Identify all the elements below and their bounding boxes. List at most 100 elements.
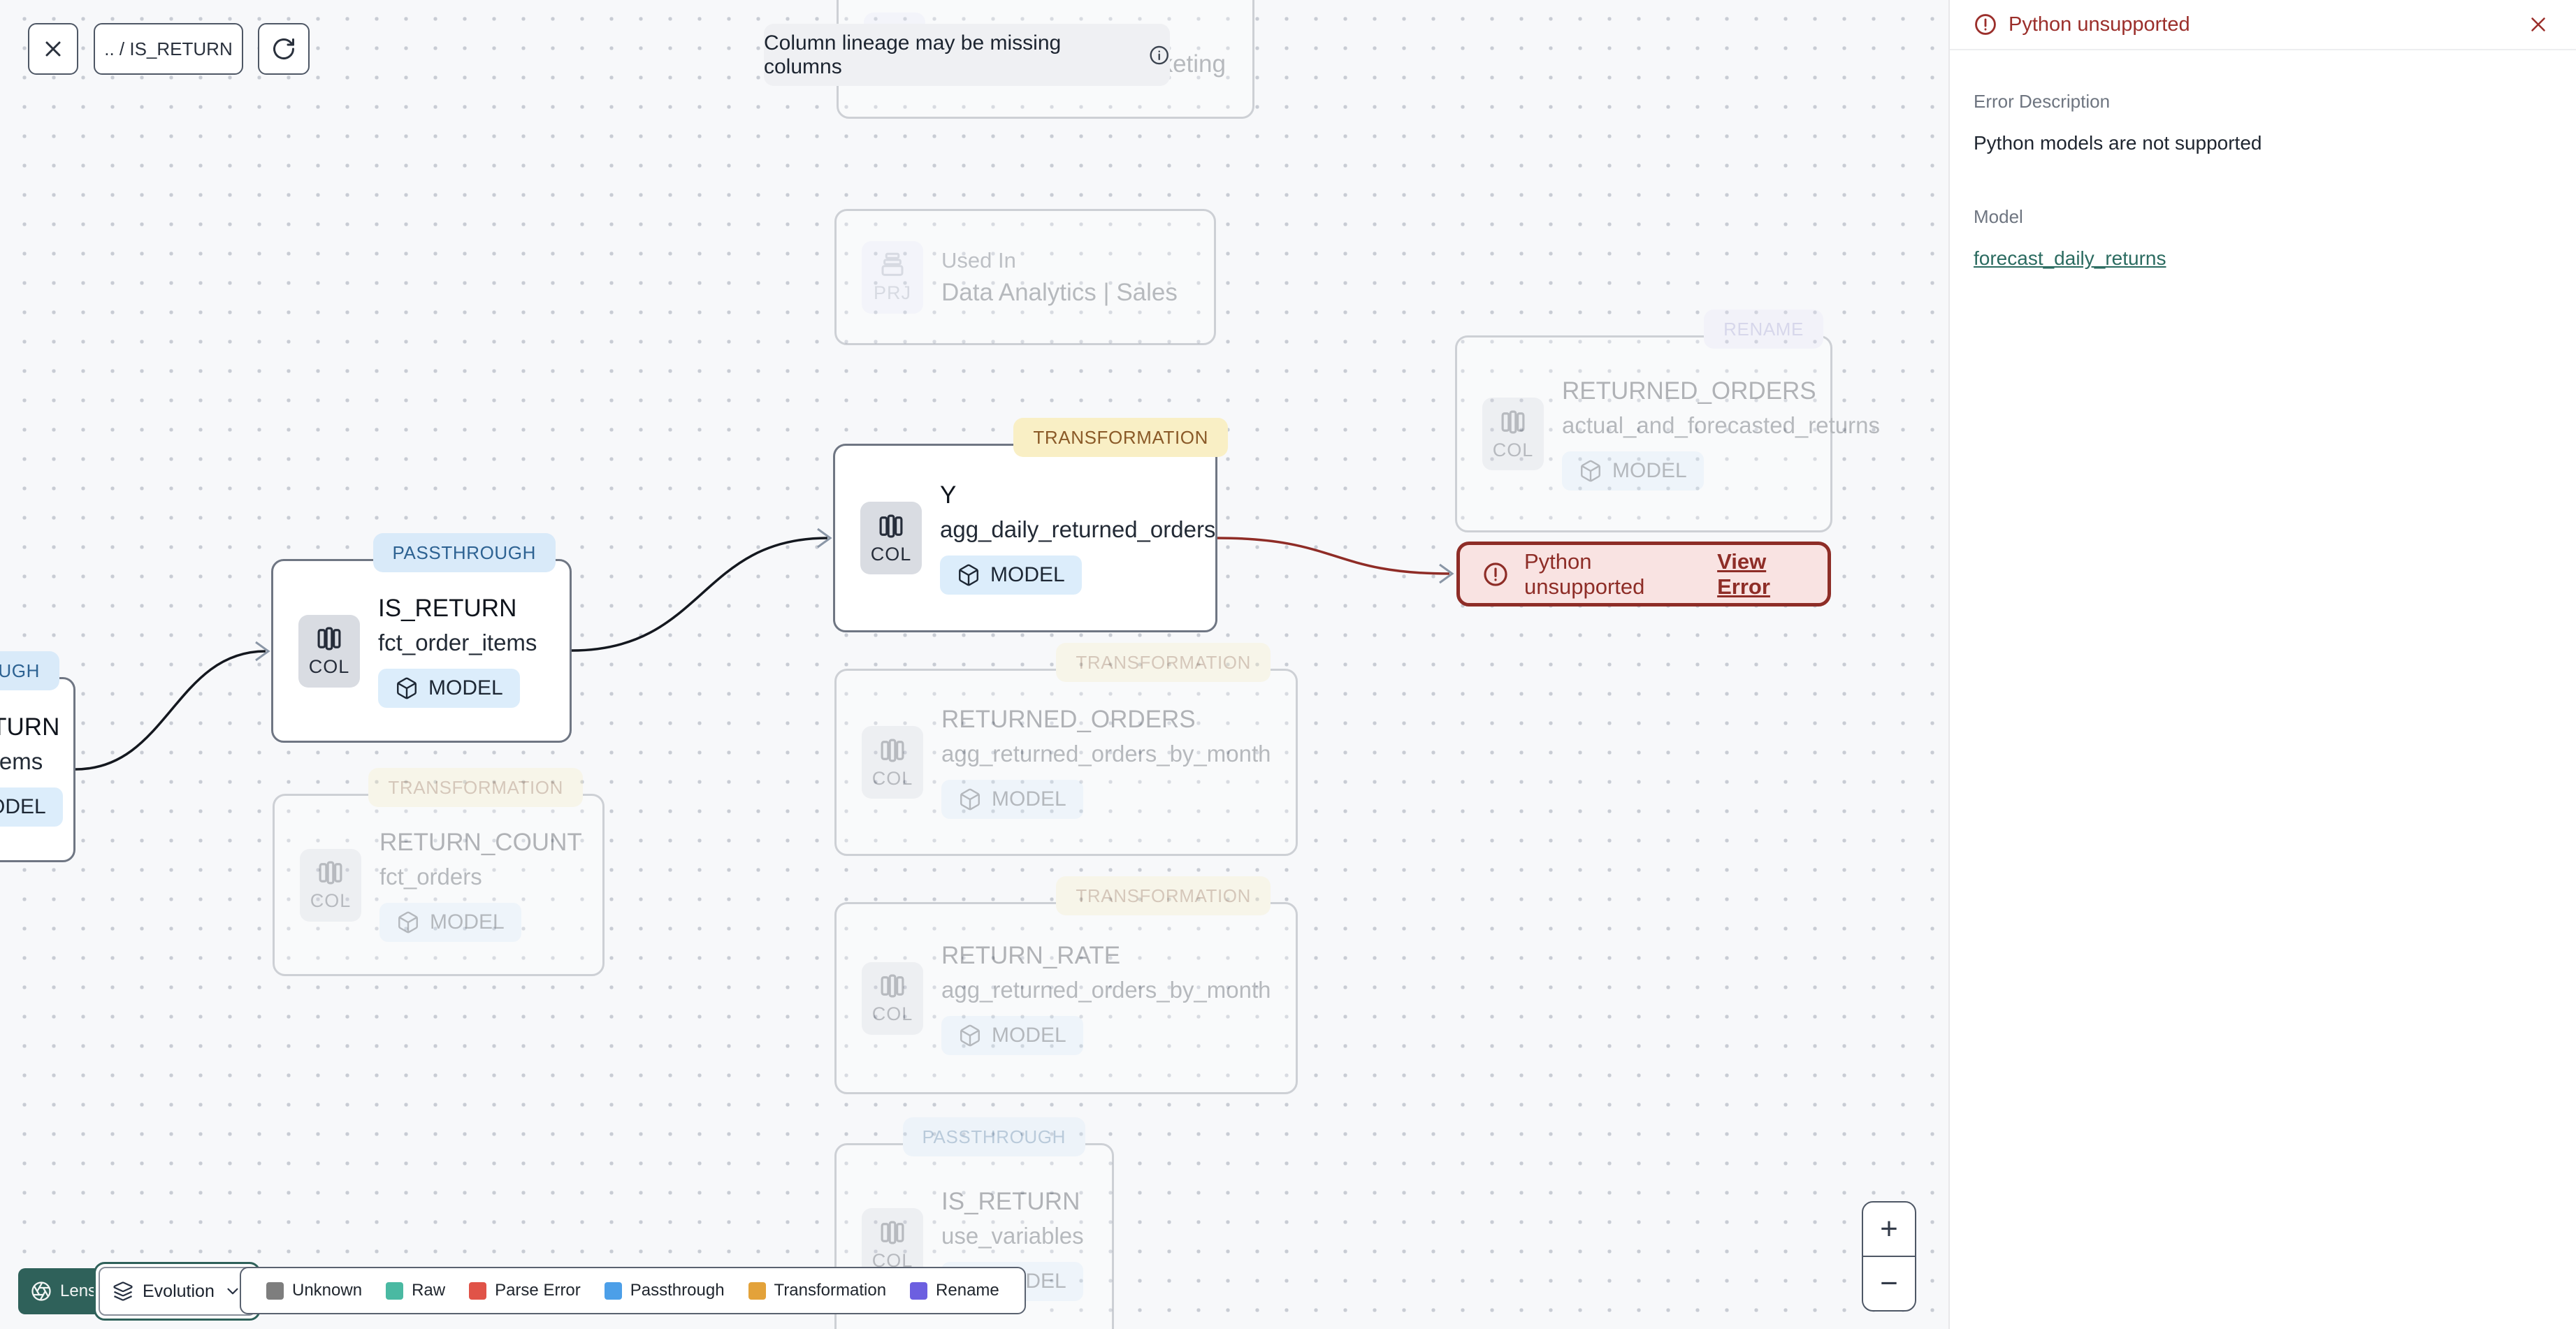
column-icon: COL xyxy=(1482,398,1544,470)
node-title: RETURNED_ORDERS xyxy=(1562,377,1816,405)
panel-close-button[interactable] xyxy=(2524,10,2552,38)
refresh-icon xyxy=(273,38,294,60)
breadcrumb-label: .. / IS_RETURN xyxy=(104,38,233,59)
model-label: Model xyxy=(1974,206,2023,227)
layers-icon xyxy=(113,1281,133,1301)
chevron-down-icon xyxy=(227,1288,238,1295)
view-error-link[interactable]: View Error xyxy=(1717,549,1805,600)
node-title: IS_RETURN xyxy=(378,594,517,622)
lineage-node-used-in-sales[interactable]: PRJ Used In Data Analytics | Sales xyxy=(834,209,1216,345)
column-icon: COL xyxy=(860,502,922,574)
badge-passthrough: PASSTHROUGH xyxy=(0,651,59,690)
error-panel-title: Python unsupported xyxy=(2009,13,2190,36)
column-icon: COL xyxy=(298,614,360,688)
node-subtitle: use_variables xyxy=(941,1223,1084,1249)
col-label: COL xyxy=(871,767,913,789)
model-chip: MODEL xyxy=(941,780,1083,819)
close-icon xyxy=(45,41,61,57)
col-label: COL xyxy=(310,890,352,911)
app-window: PRJ Used In Data Analytics | Marketing P… xyxy=(0,0,2576,1329)
legend-swatch-raw xyxy=(386,1281,404,1300)
model-chip: MODEL xyxy=(0,787,63,827)
legend-swatch-unknown xyxy=(266,1281,284,1300)
legend-swatch-passthrough xyxy=(604,1281,622,1300)
legend-swatch-parse-error xyxy=(469,1281,487,1300)
model-label: MODEL xyxy=(430,910,505,934)
model-label: MODEL xyxy=(0,794,46,818)
node-subtitle: Data Analytics | Sales xyxy=(941,278,1178,306)
error-description-label: Error Description xyxy=(1974,91,2111,112)
model-label: MODEL xyxy=(992,1023,1066,1047)
zoom-in-button[interactable]: + xyxy=(1863,1203,1915,1257)
node-subtitle: agg_daily_returned_orders xyxy=(940,516,1216,542)
alert-circle-icon xyxy=(1975,14,1996,35)
breadcrumb[interactable]: .. / IS_RETURN xyxy=(94,23,243,75)
column-icon: COL xyxy=(300,848,361,922)
zoom-out-button[interactable]: − xyxy=(1863,1257,1915,1310)
lineage-node-actual-and-forecasted-returns[interactable]: RENAME COL RETURNED_ORDERS actual_and_fo… xyxy=(1455,310,1880,532)
badge-passthrough: PASSTHROUGH xyxy=(902,1117,1085,1156)
node-subtitle: fct_order_items xyxy=(378,629,537,655)
badge-transformation: TRANSFORMATION xyxy=(1056,643,1271,682)
badge-transformation: TRANSFORMATION xyxy=(368,768,583,807)
column-icon: COL xyxy=(862,961,923,1035)
edge-fct-to-agg xyxy=(571,537,828,652)
lineage-warning-banner: Column lineage may be missing columns xyxy=(764,24,1170,86)
error-chip-python-unsupported[interactable]: Python unsupported View Error xyxy=(1456,542,1831,607)
edge-upstream-to-fct xyxy=(75,650,266,771)
alert-circle-icon xyxy=(1484,562,1507,586)
lineage-node-return-rate[interactable]: TRANSFORMATION COL RETURN_RATE agg_retur… xyxy=(834,876,1298,1094)
error-description-text: Python models are not supported xyxy=(1974,132,2262,154)
close-icon xyxy=(2531,17,2545,31)
close-lineage-button[interactable] xyxy=(28,23,78,75)
info-icon[interactable] xyxy=(1148,44,1170,66)
node-title: IS_RETURN xyxy=(0,713,60,741)
lineage-node-return-count[interactable]: TRANSFORMATION COL RETURN_COUNT fct_orde… xyxy=(273,768,605,976)
legend-item: Raw xyxy=(386,1281,445,1300)
node-subtitle: agg_returned_orders_by_month xyxy=(941,976,1271,1003)
banner-text: Column lineage may be missing columns xyxy=(764,31,1062,78)
col-label: COL xyxy=(870,543,912,565)
node-title: RETURN_RATE xyxy=(941,941,1121,969)
node-subtitle: agg_returned_orders_by_month xyxy=(941,741,1271,767)
model-label: MODEL xyxy=(428,676,503,699)
model-chip: MODEL xyxy=(940,555,1082,595)
model-label: MODEL xyxy=(990,563,1065,586)
model-label: MODEL xyxy=(1612,459,1687,482)
prj-label: PRJ xyxy=(873,282,911,303)
legend-item: Unknown xyxy=(266,1281,362,1300)
project-icon: PRJ xyxy=(862,240,923,314)
model-link[interactable]: forecast_daily_returns xyxy=(1974,247,2166,270)
badge-rename: RENAME xyxy=(1704,310,1823,349)
column-icon: COL xyxy=(862,726,923,799)
refresh-button[interactable] xyxy=(258,23,310,75)
canvas-zoom-control: + − xyxy=(1862,1201,1916,1312)
error-chip-text: Python unsupported xyxy=(1524,549,1645,599)
badge-transformation: TRANSFORMATION xyxy=(1056,876,1271,915)
model-label: MODEL xyxy=(992,787,1066,811)
lineage-node-agg-daily-returned-orders[interactable]: TRANSFORMATION COL Y agg_daily_returned_… xyxy=(833,418,1228,632)
legend-item: Parse Error xyxy=(469,1281,581,1300)
node-title: RETURN_COUNT xyxy=(379,828,582,856)
legend-item: Rename xyxy=(910,1281,999,1300)
model-chip: MODEL xyxy=(941,1015,1083,1055)
lineage-node-fct-order-items[interactable]: PASSTHROUGH COL IS_RETURN fct_order_item… xyxy=(271,533,572,743)
node-title: Used In xyxy=(941,247,1016,273)
legend-swatch-transformation xyxy=(748,1281,766,1300)
legend-item: Passthrough xyxy=(604,1281,725,1300)
lineage-node-returned-orders-by-month[interactable]: TRANSFORMATION COL RETURNED_ORDERS agg_r… xyxy=(834,643,1298,856)
legend-item: Transformation xyxy=(748,1281,886,1300)
lens-select-ring: Evolution xyxy=(94,1262,261,1321)
model-chip: MODEL xyxy=(378,668,520,708)
evolution-label: Evolution xyxy=(143,1281,215,1301)
aperture-icon xyxy=(31,1281,51,1301)
edge-agg-to-error xyxy=(1217,537,1450,575)
node-subtitle: order_items xyxy=(0,748,43,774)
node-subtitle: actual_and_forecasted_returns xyxy=(1562,412,1880,438)
lineage-node-order-items[interactable]: PASSTHROUGH COL IS_RETURN order_items MO… xyxy=(0,651,75,862)
node-title: Y xyxy=(940,481,957,509)
evolution-dropdown[interactable]: Evolution xyxy=(99,1267,256,1316)
col-label: COL xyxy=(308,656,350,677)
col-label: COL xyxy=(1492,439,1534,460)
badge-passthrough: PASSTHROUGH xyxy=(372,533,556,572)
